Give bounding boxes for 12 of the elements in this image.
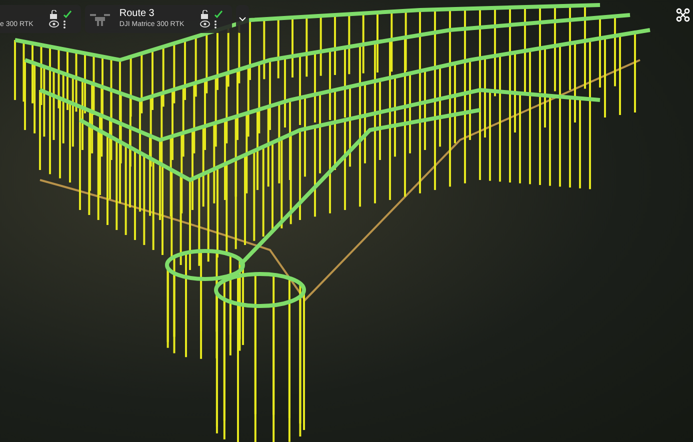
- expand-button[interactable]: [236, 5, 250, 33]
- route-title: Route 3: [119, 8, 156, 19]
- chevron-down-icon: [239, 16, 246, 22]
- more-icon[interactable]: [63, 20, 66, 28]
- more-icon[interactable]: [214, 20, 218, 28]
- check-icon: [214, 10, 224, 18]
- lock-icon[interactable]: [200, 10, 210, 18]
- eye-icon[interactable]: [200, 20, 210, 28]
- eye-icon[interactable]: [49, 20, 60, 28]
- drone-icon: [676, 8, 690, 22]
- check-icon: [63, 10, 72, 18]
- lock-icon[interactable]: [49, 10, 58, 18]
